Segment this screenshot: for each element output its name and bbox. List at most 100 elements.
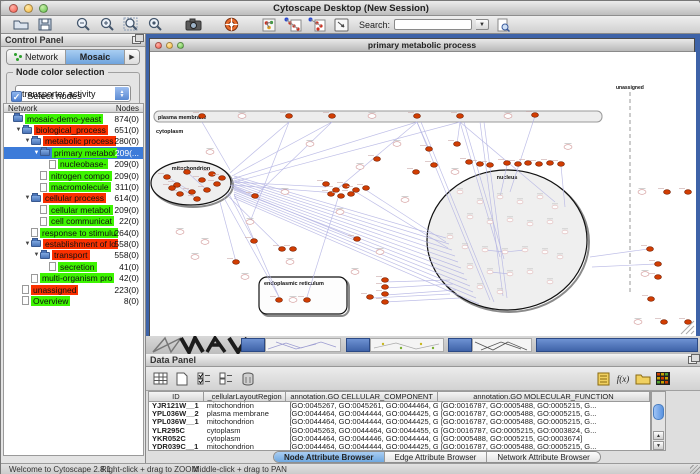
select-nodes-checkbox[interactable]: ✓ [11, 91, 22, 102]
network-node[interactable] [532, 113, 539, 118]
network-node[interactable] [201, 240, 209, 245]
network-node[interactable] [564, 145, 572, 150]
network-node[interactable] [356, 165, 364, 170]
table-row[interactable]: YDR039C__1mitochondrion[GO:0044464, GO:0… [149, 443, 650, 451]
zoom-selected-icon[interactable] [145, 17, 165, 32]
tree-row[interactable]: ▼biological_process651(0) [4, 124, 143, 135]
network-node[interactable] [685, 190, 692, 195]
network-node[interactable] [477, 200, 483, 204]
minimized-window-titlebar[interactable] [448, 338, 472, 352]
table-scrollbar[interactable]: ▲ ▼ [651, 391, 666, 451]
select-attributes-icon[interactable] [195, 370, 213, 387]
network-node[interactable] [536, 162, 543, 167]
network-node[interactable] [552, 205, 558, 209]
network-node[interactable] [664, 190, 671, 195]
network-node[interactable] [199, 178, 206, 183]
network-node[interactable] [451, 170, 459, 175]
network-node[interactable] [638, 190, 646, 195]
tree-row[interactable]: mosaic-demo-yeast874(0) [4, 113, 143, 124]
network-node[interactable] [382, 300, 389, 305]
tree-row[interactable]: nitrogen compo209(0) [4, 170, 143, 181]
network-node[interactable] [547, 220, 553, 224]
network-node[interactable] [252, 194, 259, 199]
network-node[interactable] [194, 197, 201, 202]
network-node[interactable] [233, 260, 240, 265]
network-node[interactable] [504, 114, 512, 119]
network-node[interactable] [558, 162, 565, 167]
canvas-resize-grip[interactable] [691, 331, 694, 334]
network-node[interactable] [191, 255, 199, 260]
network-node[interactable] [685, 320, 692, 325]
tree-row[interactable]: ▼establishment of lo558(0) [4, 238, 143, 249]
vizmapper-icon[interactable] [259, 17, 279, 32]
window-resize-grip[interactable] [690, 465, 700, 474]
network-node[interactable] [351, 270, 359, 275]
snapshot-camera-icon[interactable] [183, 17, 203, 32]
network-node[interactable] [382, 278, 389, 283]
more-tabs-button[interactable]: ▶ [125, 50, 139, 64]
network-node[interactable] [382, 285, 389, 290]
table-column-header[interactable]: annotation.GO CELLULAR_COMPONENT [286, 392, 437, 401]
network-merge-a-icon[interactable] [283, 17, 303, 32]
table-row[interactable]: YLR295Ccytoplasm[GO:0045263, GO:0044464,… [149, 427, 650, 435]
tab-edge-attribute-browser[interactable]: Edge Attribute Browser [385, 452, 488, 462]
network-node[interactable] [477, 285, 483, 289]
tab-network[interactable]: Network [7, 50, 66, 64]
network-node[interactable] [214, 182, 221, 187]
tree-row[interactable]: secretion41(0) [4, 261, 143, 272]
network-node[interactable] [482, 248, 488, 252]
tab-network-attribute-browser[interactable]: Network Attribute Browser [487, 452, 599, 462]
network-node[interactable] [504, 161, 511, 166]
network-node[interactable] [507, 272, 513, 276]
zoom-fit-icon[interactable] [121, 17, 141, 32]
network-node[interactable] [306, 142, 314, 147]
network-node[interactable] [447, 235, 453, 239]
tree-row[interactable]: ▼primary metabol209(... [4, 147, 143, 158]
network-node[interactable] [517, 200, 523, 204]
combobox-stepper-icon[interactable]: ▲▼ [115, 87, 129, 100]
network-node[interactable] [336, 210, 344, 215]
tab-node-attribute-browser[interactable]: Node Attribute Browser [274, 452, 385, 462]
search-input[interactable] [394, 19, 472, 30]
network-node[interactable] [507, 218, 513, 222]
network-node[interactable] [647, 247, 654, 252]
network-node[interactable] [414, 114, 421, 119]
minimized-window-thumbnail[interactable] [370, 338, 444, 352]
network-node[interactable] [562, 230, 568, 234]
network-node[interactable] [323, 182, 330, 187]
network-node[interactable] [426, 147, 433, 152]
table-column-header[interactable]: annotation.GO MOLECULAR_FUNCTION [438, 392, 650, 401]
network-node[interactable] [648, 297, 655, 302]
tree-row[interactable]: nucleobase-209(0) [4, 159, 143, 170]
network-node[interactable] [401, 198, 409, 203]
attribute-matrix-icon[interactable] [654, 370, 672, 387]
network-node[interactable] [487, 163, 494, 168]
search-options-icon[interactable] [493, 17, 513, 32]
network-node[interactable] [251, 239, 258, 244]
network-node[interactable] [246, 220, 254, 225]
minimized-window-titlebar[interactable] [346, 338, 370, 352]
new-attribute-icon[interactable] [173, 370, 191, 387]
network-node[interactable] [353, 188, 360, 193]
network-node[interactable] [376, 250, 384, 255]
manual-layout-icon[interactable] [331, 17, 351, 32]
table-row[interactable]: YPL036W__2plasma membrane[GO:0044464, GO… [149, 410, 650, 418]
network-node[interactable] [641, 272, 649, 277]
tree-row[interactable]: response to stimulu264(0) [4, 227, 143, 238]
attribute-table-icon[interactable] [151, 370, 169, 387]
search-dropdown-button[interactable]: ▼ [476, 19, 489, 30]
network-node[interactable] [525, 161, 532, 166]
network-node[interactable] [289, 298, 297, 303]
network-node[interactable] [219, 176, 226, 181]
network-node[interactable] [368, 114, 376, 119]
tree-row[interactable]: ▼cellular process614(0) [4, 193, 143, 204]
network-node[interactable] [204, 188, 211, 193]
network-node[interactable] [286, 260, 294, 265]
network-node[interactable] [547, 280, 553, 284]
tree-row[interactable]: ▼metabolic process280(0) [4, 136, 143, 147]
network-node[interactable] [467, 265, 473, 269]
help-lifering-icon[interactable] [221, 17, 241, 32]
network-node[interactable] [522, 248, 528, 252]
float-panel-icon[interactable] [132, 36, 141, 44]
tree-row[interactable]: multi-organism pro42(0) [4, 272, 143, 283]
